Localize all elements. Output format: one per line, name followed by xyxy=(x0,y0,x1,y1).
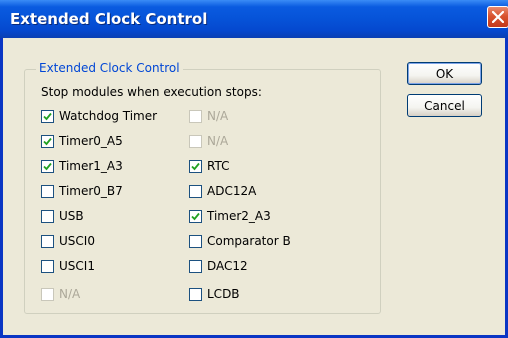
checkbox-box[interactable] xyxy=(41,234,54,248)
checkbox-label: USB xyxy=(59,209,84,223)
ok-button[interactable]: OK xyxy=(407,62,482,85)
checkbox-box xyxy=(189,109,202,123)
checkbox-label: Timer2_A3 xyxy=(207,209,271,223)
checkbox-timer2-a3[interactable]: Timer2_A3 xyxy=(189,208,271,224)
checkbox-box[interactable] xyxy=(189,234,202,248)
checkbox-box[interactable] xyxy=(189,287,202,301)
close-icon xyxy=(492,11,504,23)
checkbox-box xyxy=(189,134,202,148)
checkmark-icon xyxy=(43,137,52,145)
checkbox-comparator-b[interactable]: Comparator B xyxy=(189,233,291,249)
checkmark-icon xyxy=(43,162,52,170)
checkbox-na-2: N/A xyxy=(189,133,228,149)
checkbox-label: Comparator B xyxy=(207,234,291,248)
checkbox-box[interactable] xyxy=(189,159,202,173)
checkbox-usci0[interactable]: USCI0 xyxy=(41,233,95,249)
checkbox-label: RTC xyxy=(207,159,230,173)
checkmark-icon xyxy=(43,112,52,120)
checkbox-timer0-b7[interactable]: Timer0_B7 xyxy=(41,183,123,199)
checkbox-lcdb[interactable]: LCDB xyxy=(189,286,240,302)
checkbox-box[interactable] xyxy=(189,259,202,273)
window-title: Extended Clock Control xyxy=(10,10,208,28)
checkbox-adc12a[interactable]: ADC12A xyxy=(189,183,256,199)
title-bar[interactable]: Extended Clock Control xyxy=(0,0,508,38)
checkmark-icon xyxy=(191,162,200,170)
checkmark-icon xyxy=(191,212,200,220)
group-title: Extended Clock Control xyxy=(36,61,183,75)
checkbox-box[interactable] xyxy=(41,259,54,273)
checkbox-label: N/A xyxy=(207,134,229,148)
checkbox-label: Watchdog Timer xyxy=(59,109,158,123)
checkbox-watchdog-timer[interactable]: Watchdog Timer xyxy=(41,108,157,124)
instruction-text: Stop modules when execution stops: xyxy=(41,85,262,99)
checkbox-box[interactable] xyxy=(41,109,54,123)
checkbox-timer0-a5[interactable]: Timer0_A5 xyxy=(41,133,123,149)
checkbox-timer1-a3[interactable]: Timer1_A3 xyxy=(41,158,123,174)
checkbox-label: ADC12A xyxy=(207,184,257,198)
checkbox-usci1[interactable]: USCI1 xyxy=(41,258,95,274)
checkbox-na-left: N/A xyxy=(41,286,80,302)
checkbox-box[interactable] xyxy=(41,209,54,223)
checkbox-label: Timer0_B7 xyxy=(59,184,123,198)
checkbox-box[interactable] xyxy=(41,184,54,198)
checkbox-rtc[interactable]: RTC xyxy=(189,158,229,174)
checkbox-box[interactable] xyxy=(189,184,202,198)
checkbox-label: N/A xyxy=(59,287,81,301)
checkbox-box[interactable] xyxy=(189,209,202,223)
checkbox-dac12[interactable]: DAC12 xyxy=(189,258,248,274)
checkbox-box[interactable] xyxy=(41,159,54,173)
checkbox-label: USCI1 xyxy=(59,259,95,273)
checkbox-box[interactable] xyxy=(41,134,54,148)
close-button[interactable] xyxy=(487,6,508,28)
checkbox-label: LCDB xyxy=(207,287,240,301)
checkbox-label: DAC12 xyxy=(207,259,248,273)
checkbox-usb[interactable]: USB xyxy=(41,208,84,224)
checkbox-label: USCI0 xyxy=(59,234,95,248)
checkbox-label: Timer0_A5 xyxy=(59,134,123,148)
checkbox-label: N/A xyxy=(207,109,229,123)
cancel-button[interactable]: Cancel xyxy=(407,94,482,117)
checkbox-box xyxy=(41,287,54,301)
checkbox-label: Timer1_A3 xyxy=(59,159,123,173)
checkbox-na-1: N/A xyxy=(189,108,228,124)
